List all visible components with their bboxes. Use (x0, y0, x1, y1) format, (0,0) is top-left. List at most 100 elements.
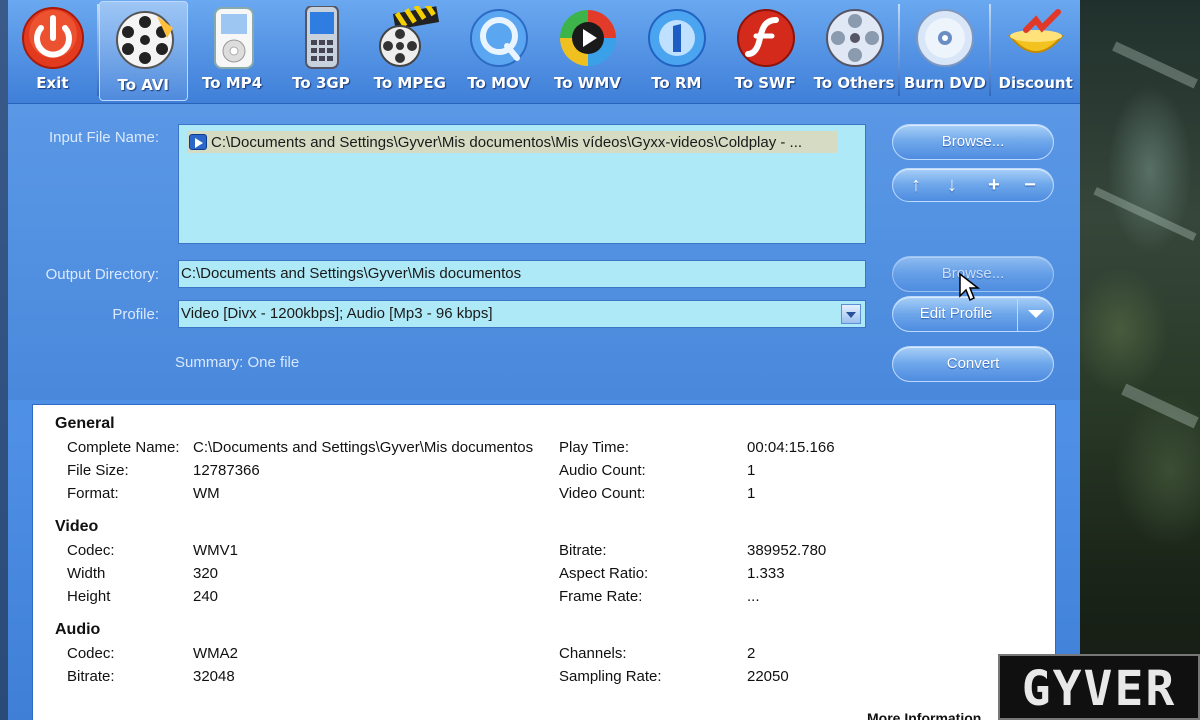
to-mp4-button[interactable]: To MP4 (188, 0, 277, 100)
info-value: 12787366 (193, 462, 260, 479)
desktop-left-edge (0, 0, 8, 720)
mouse-cursor-icon (959, 272, 981, 302)
info-value: C:\Documents and Settings\Gyver\Mis docu… (193, 439, 534, 456)
mobile-phone-icon (304, 6, 339, 69)
to-mpeg-label: To MPEG (373, 74, 446, 92)
info-value: ... (747, 588, 760, 605)
info-key: Bitrate: (559, 542, 607, 559)
quicktime-icon (470, 9, 529, 67)
profile-select[interactable]: Video [Divx - 1200kbps]; Audio [Mp3 - 96… (178, 300, 866, 328)
flash-icon (736, 9, 795, 67)
more-information-link[interactable]: More Information (867, 710, 981, 720)
background-artwork (1080, 0, 1200, 720)
discount-button[interactable]: Discount (991, 0, 1080, 100)
info-value: 1 (747, 485, 756, 502)
add-file-icon[interactable]: + (975, 169, 1013, 201)
info-key: Format: (67, 485, 119, 502)
info-value: 1.333 (747, 565, 785, 582)
burn-dvd-button[interactable]: Burn DVD (900, 0, 989, 100)
info-key: Aspect Ratio: (559, 565, 649, 582)
info-key: Audio Count: (559, 462, 646, 479)
chevron-down-icon[interactable] (841, 304, 861, 324)
to-swf-label: To SWF (734, 74, 796, 92)
info-value: WM (193, 485, 220, 502)
power-icon (22, 7, 84, 69)
to-avi-button[interactable]: To AVI (98, 1, 188, 101)
file-order-controls: ↑ ↓ + − (892, 168, 1054, 202)
info-key: Channels: (559, 645, 627, 662)
info-key: Height (67, 588, 111, 605)
info-value: 2 (747, 645, 756, 662)
info-key: Codec: (67, 645, 115, 662)
info-value: 22050 (747, 668, 789, 685)
info-value: 1 (747, 462, 756, 479)
to-swf-button[interactable]: To SWF (721, 0, 810, 100)
info-value: WMA2 (193, 645, 238, 662)
input-file-path: C:\Documents and Settings\Gyver\Mis docu… (211, 133, 803, 151)
converter-window: Exit To AVI To MP4 To 3GP To MPEG To MOV… (8, 0, 1080, 720)
audio-section-title: Audio (55, 621, 101, 638)
input-file-item[interactable]: C:\Documents and Settings\Gyver\Mis docu… (187, 131, 837, 153)
clapperboard-icon (379, 6, 440, 67)
info-value: 320 (193, 565, 219, 582)
info-value: WMV1 (193, 542, 238, 559)
input-file-list[interactable]: C:\Documents and Settings\Gyver\Mis docu… (178, 124, 866, 244)
info-key: File Size: (67, 462, 129, 479)
toolbar: Exit To AVI To MP4 To 3GP To MPEG To MOV… (8, 0, 1080, 104)
info-key: Bitrate: (67, 668, 115, 685)
remove-file-icon[interactable]: − (1011, 169, 1049, 201)
reel-icon (825, 9, 884, 67)
move-up-icon[interactable]: ↑ (897, 169, 935, 201)
to-others-label: To Others (813, 74, 895, 92)
to-avi-label: To AVI (117, 76, 170, 94)
summary-text: Summary: One file (175, 354, 300, 371)
channel-watermark: GYVER (998, 654, 1200, 720)
input-file-label: Input File Name: (48, 129, 159, 146)
to-rm-label: To RM (651, 74, 702, 92)
to-mov-button[interactable]: To MOV (454, 0, 543, 100)
to-others-button[interactable]: To Others (810, 0, 899, 100)
realmedia-icon (647, 9, 706, 67)
convert-button[interactable]: Convert (892, 346, 1054, 382)
burn-dvd-label: Burn DVD (903, 74, 986, 92)
to-3gp-button[interactable]: To 3GP (277, 0, 366, 100)
exit-label: Exit (36, 74, 69, 92)
info-key: Video Count: (559, 485, 646, 502)
profile-value: Video [Divx - 1200kbps]; Audio [Mp3 - 96… (181, 305, 493, 322)
info-key: Complete Name: (67, 439, 180, 456)
to-mpeg-button[interactable]: To MPEG (365, 0, 454, 100)
info-key: Width (67, 565, 106, 582)
info-key: Frame Rate: (559, 588, 643, 605)
to-rm-button[interactable]: To RM (632, 0, 721, 100)
info-key: Play Time: (559, 439, 630, 456)
info-value: 240 (193, 588, 219, 605)
discount-bowl-icon (1008, 9, 1065, 53)
info-value: 00:04:15.166 (747, 439, 835, 456)
browse-input-button[interactable]: Browse... (892, 124, 1054, 160)
to-mov-label: To MOV (467, 74, 530, 92)
chevron-down-icon[interactable] (1017, 297, 1053, 331)
output-directory-field[interactable]: C:\Documents and Settings\Gyver\Mis docu… (178, 260, 866, 288)
dvd-disc-icon (916, 9, 975, 67)
film-reel-icon (115, 11, 174, 69)
to-3gp-label: To 3GP (292, 74, 350, 92)
edit-profile-label: Edit Profile (919, 305, 993, 322)
profile-label: Profile: (112, 306, 159, 323)
windows-media-icon (560, 10, 617, 66)
move-down-icon[interactable]: ↓ (933, 169, 971, 201)
info-value: 389952.780 (747, 542, 827, 559)
conversion-form: Input File Name: C:\Documents and Settin… (8, 104, 1080, 400)
mp4-player-icon (213, 7, 254, 69)
info-key: Codec: (67, 542, 115, 559)
to-wmv-button[interactable]: To WMV (543, 0, 632, 100)
discount-label: Discount (998, 74, 1073, 92)
exit-button[interactable]: Exit (8, 0, 97, 100)
info-key: Sampling Rate: (559, 668, 662, 685)
media-info-panel: General Complete Name: C:\Documents and … (32, 404, 1056, 720)
to-mp4-label: To MP4 (202, 74, 263, 92)
output-directory-label: Output Directory: (45, 266, 159, 283)
video-section-title: Video (55, 518, 99, 535)
general-section-title: General (55, 415, 115, 432)
video-file-icon (189, 134, 207, 150)
info-value: 32048 (193, 668, 235, 685)
